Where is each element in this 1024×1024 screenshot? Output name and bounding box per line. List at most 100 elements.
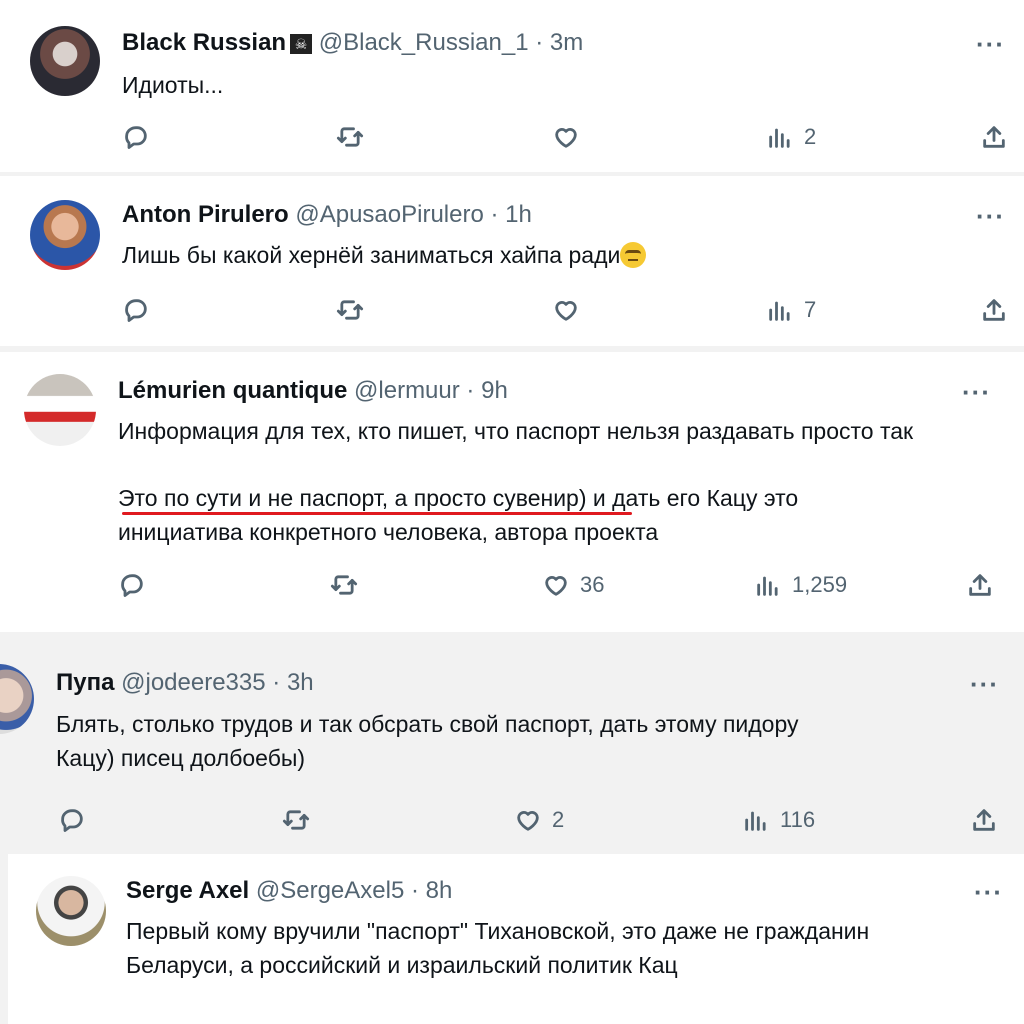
- tweet[interactable]: Anton Pirulero @ApusaoPirulero · 1h ··· …: [0, 176, 1024, 346]
- views-button[interactable]: 1,259: [754, 565, 847, 605]
- text-line: инициатива конкретного человека, автора …: [118, 519, 659, 545]
- text-line: Кацу) писец долбоебы): [56, 745, 306, 771]
- tweet-text: Информация для тех, кто пишет, что паспо…: [118, 414, 913, 448]
- avatar[interactable]: [30, 200, 100, 270]
- reply-button[interactable]: [122, 117, 150, 157]
- text-line: Информация для тех, кто пишет, что паспо…: [118, 418, 914, 444]
- display-name[interactable]: Anton Pirulero: [122, 201, 289, 228]
- like-button[interactable]: 36: [542, 565, 604, 605]
- red-underline: [122, 512, 632, 515]
- user-handle[interactable]: @SergeAxel5: [256, 877, 404, 904]
- retweet-icon: [336, 127, 364, 147]
- retweet-icon: [282, 810, 310, 830]
- like-button[interactable]: [552, 290, 590, 330]
- user-handle[interactable]: @ApusaoPirulero: [295, 201, 483, 228]
- highlighted-text: Это по сути и не паспорт, а просто сувен…: [118, 485, 587, 511]
- avatar[interactable]: [0, 664, 34, 734]
- views-icon: [769, 128, 790, 148]
- views-icon: [757, 576, 778, 596]
- timestamp[interactable]: 3h: [287, 669, 314, 696]
- tweet-header: Serge Axel @SergeAxel5 · 8h: [126, 876, 452, 906]
- tweet-text: Блять, столько трудов и так обсрать свой…: [56, 707, 799, 775]
- tweet-header: Black Russian ☠ @Black_Russian_1 · 3m: [122, 28, 583, 58]
- tweet-actions: 36 1,259: [0, 565, 1024, 605]
- views-button[interactable]: 2: [766, 117, 816, 157]
- user-handle[interactable]: @lermuur: [354, 377, 460, 404]
- skull-crossbones-icon: ☠: [290, 34, 313, 54]
- more-icon[interactable]: ···: [974, 879, 1003, 905]
- tweet-text: Идиоты...: [122, 72, 224, 98]
- tweet-actions: 7: [0, 290, 1024, 330]
- more-icon[interactable]: ···: [976, 31, 1005, 57]
- more-icon[interactable]: ···: [962, 379, 991, 405]
- timestamp[interactable]: 8h: [426, 877, 453, 904]
- text-line: Это по сути и не паспорт, а просто сувен…: [118, 485, 799, 511]
- retweet-button[interactable]: [282, 800, 310, 840]
- tweet-header: Lémurien quantique @lermuur · 9h: [118, 376, 508, 406]
- tweet-header: Anton Pirulero @ApusaoPirulero · 1h: [122, 200, 532, 230]
- display-name[interactable]: Пупа: [56, 669, 114, 696]
- views-button[interactable]: 116: [742, 800, 815, 840]
- views-icon: [745, 811, 766, 831]
- avatar[interactable]: [36, 876, 106, 946]
- tweet[interactable]: Lémurien quantique @lermuur · 9h ··· Инф…: [0, 352, 1024, 632]
- face-with-rolling-eyes-icon: [620, 242, 647, 268]
- reply-button[interactable]: [122, 290, 150, 330]
- like-count: 2: [552, 807, 565, 832]
- tweet[interactable]: Black Russian ☠ @Black_Russian_1 · 3m ···…: [0, 0, 1024, 172]
- reply-button[interactable]: [58, 800, 86, 840]
- reply-icon: [125, 126, 147, 149]
- views-button[interactable]: 7: [766, 290, 816, 330]
- text-line: Первый кому вручили "паспорт" Тихановско…: [126, 918, 870, 944]
- separator: ·: [272, 669, 281, 696]
- timestamp[interactable]: 9h: [481, 377, 508, 404]
- display-name[interactable]: Black Russian: [122, 29, 286, 56]
- tweet-text: Это по сути и не паспорт, а просто сувен…: [118, 481, 798, 549]
- share-icon: [969, 574, 991, 596]
- separator: ·: [410, 877, 419, 904]
- like-icon: [545, 576, 567, 596]
- separator: ·: [466, 377, 475, 404]
- more-icon[interactable]: ···: [976, 203, 1005, 229]
- reply-icon: [121, 574, 143, 597]
- tweet[interactable]: Serge Axel @SergeAxel5 · 8h ··· Первый к…: [8, 854, 1024, 1024]
- tweet-actions: 2: [0, 117, 1024, 157]
- view-count: 2: [804, 124, 817, 149]
- timestamp[interactable]: 1h: [505, 201, 532, 228]
- reply-icon: [125, 299, 147, 322]
- more-icon[interactable]: ···: [970, 671, 999, 697]
- avatar[interactable]: [30, 26, 100, 96]
- like-icon: [555, 128, 577, 148]
- display-name[interactable]: Lémurien quantique: [118, 377, 347, 404]
- tweet-text: Первый кому вручили "паспорт" Тихановско…: [126, 914, 869, 982]
- like-button[interactable]: 2: [514, 800, 564, 840]
- share-icon: [973, 809, 995, 831]
- text-line: Блять, столько трудов и так обсрать свой…: [56, 711, 799, 737]
- tweet-header: Пупа @jodeere335 · 3h: [56, 668, 314, 698]
- retweet-button[interactable]: [330, 565, 358, 605]
- retweet-button[interactable]: [336, 290, 364, 330]
- retweet-icon: [330, 575, 358, 595]
- display-name[interactable]: Serge Axel: [126, 877, 249, 904]
- tweet-feed: Black Russian ☠ @Black_Russian_1 · 3m ···…: [0, 0, 1024, 1024]
- separator: ·: [490, 201, 499, 228]
- user-handle[interactable]: @Black_Russian_1: [319, 29, 529, 56]
- user-handle[interactable]: @jodeere335: [121, 669, 265, 696]
- share-icon: [983, 126, 1005, 148]
- avatar[interactable]: [24, 374, 96, 446]
- like-button[interactable]: [552, 117, 590, 157]
- like-count: 36: [580, 572, 605, 597]
- tweet-actions: 2 116: [0, 800, 1024, 840]
- share-button[interactable]: [970, 800, 998, 840]
- like-icon: [517, 811, 539, 831]
- reply-button[interactable]: [118, 565, 146, 605]
- views-icon: [769, 301, 790, 321]
- retweet-icon: [336, 300, 364, 320]
- share-button[interactable]: [966, 565, 994, 605]
- share-button[interactable]: [980, 290, 1008, 330]
- view-count: 116: [780, 807, 816, 832]
- retweet-button[interactable]: [336, 117, 364, 157]
- share-button[interactable]: [980, 117, 1008, 157]
- timestamp[interactable]: 3m: [550, 29, 583, 56]
- tweet[interactable]: Пупа @jodeere335 · 3h ··· Блять, столько…: [0, 640, 1024, 852]
